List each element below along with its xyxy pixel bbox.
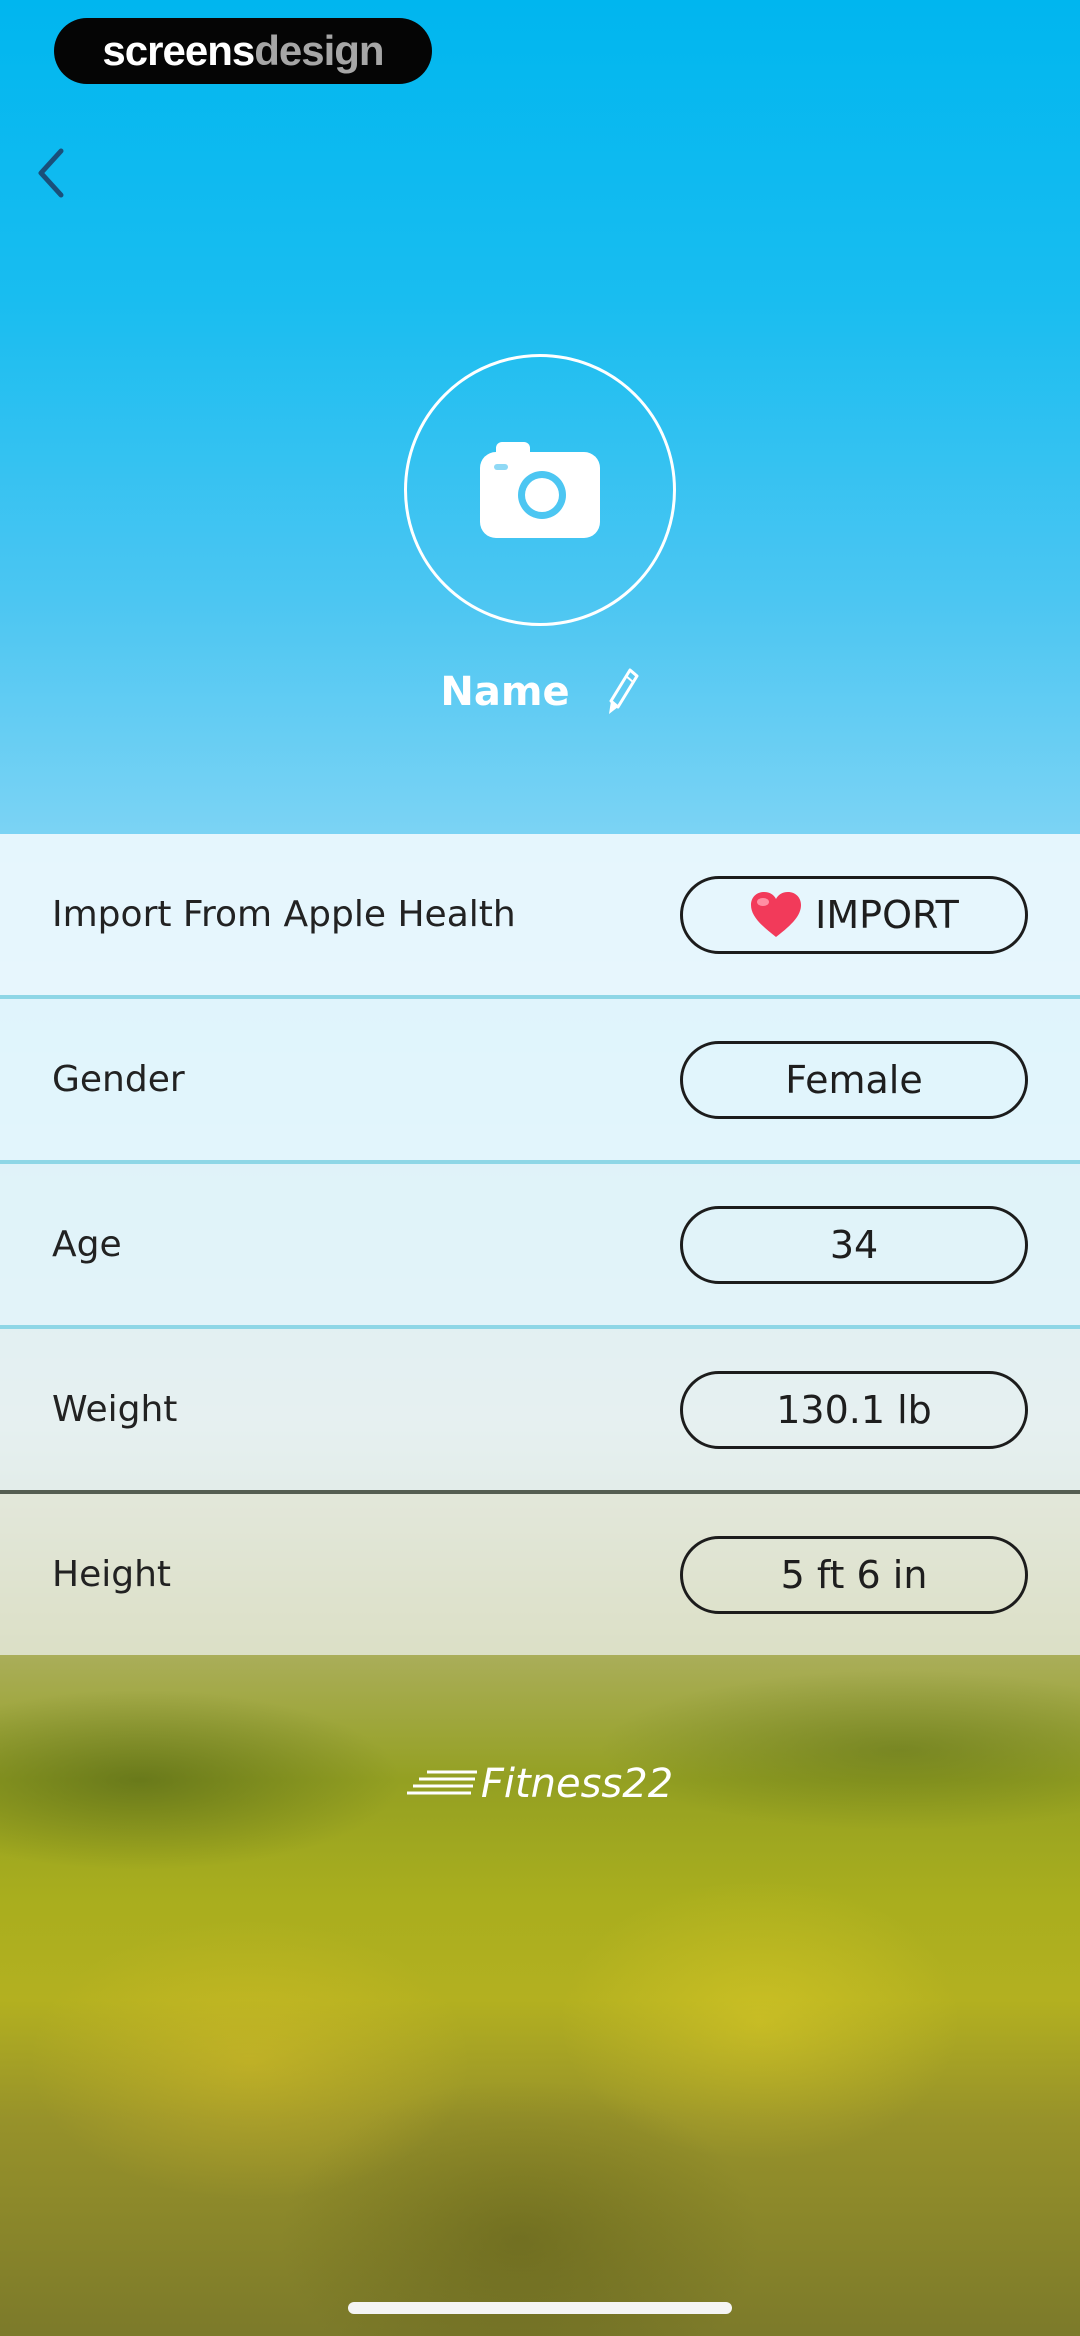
watermark-part-design: design [254,27,384,74]
weight-selector[interactable]: 130.1 lb [680,1370,1028,1449]
brand-name: Fitness22 [480,1761,674,1807]
row-label-gender: Gender [52,1059,185,1100]
chevron-left-icon [38,148,64,198]
camera-icon [480,442,600,538]
brand-logo: Fitness22 [0,1752,1080,1816]
pencil-icon[interactable] [604,667,640,717]
row-weight: Weight 130.1 lb [0,1329,1080,1494]
row-import-apple-health: Import From Apple Health IMPORT [0,834,1080,999]
row-label-import: Import From Apple Health [52,894,516,935]
age-selector[interactable]: 34 [680,1205,1028,1284]
row-label-age: Age [52,1224,122,1265]
row-age: Age 34 [0,1164,1080,1329]
speed-lines-icon [406,1770,477,1795]
home-indicator[interactable] [348,2302,732,2314]
import-button[interactable]: IMPORT [680,875,1028,954]
watermark-part-screens: screens [102,27,255,74]
meadow-background [0,1600,1080,2336]
gender-value: Female [785,1057,923,1102]
profile-settings-list: Import From Apple Health IMPORT Gender F… [0,834,1080,1655]
screensdesign-watermark: screens design [54,18,432,84]
weight-value: 130.1 lb [776,1387,932,1432]
profile-photo-button[interactable] [404,354,676,626]
back-button[interactable] [22,138,78,208]
profile-setup-screen: screens design Name Import From Apple Hea… [0,0,1080,2336]
row-label-height: Height [52,1554,172,1595]
import-button-label: IMPORT [815,892,959,937]
age-value: 34 [829,1222,879,1267]
gender-selector[interactable]: Female [680,1040,1028,1119]
height-selector[interactable]: 5 ft 6 in [680,1535,1028,1614]
row-height: Height 5 ft 6 in [0,1494,1080,1655]
heart-icon [751,891,802,937]
row-gender: Gender Female [0,999,1080,1164]
name-edit-row[interactable]: Name [0,660,1080,724]
profile-name: Name [440,669,570,715]
height-value: 5 ft 6 in [780,1552,928,1597]
row-label-weight: Weight [52,1389,178,1430]
